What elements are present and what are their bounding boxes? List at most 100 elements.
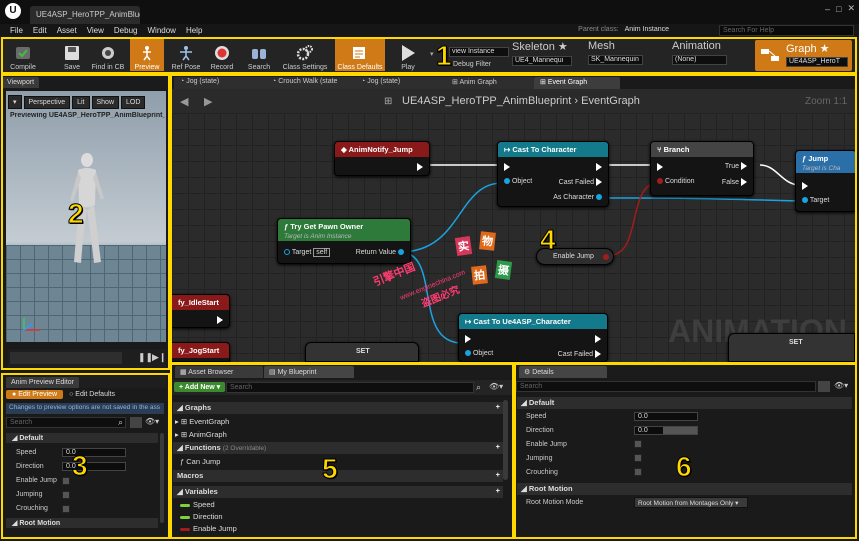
edit-defaults-button[interactable]: ○ Edit Defaults bbox=[69, 391, 115, 398]
mb-category-macros[interactable]: Macros + bbox=[173, 470, 503, 482]
object-pin[interactable]: Object bbox=[465, 350, 493, 357]
mb-variable-direction[interactable]: Direction bbox=[180, 512, 223, 521]
menu-edit[interactable]: Edit bbox=[33, 26, 47, 35]
forward-arrow-icon[interactable]: ▶ bbox=[204, 95, 212, 108]
node-cast-to-ue4asp-character[interactable]: ↦ Cast To Ue4ASP_Character Object Cast F… bbox=[458, 313, 608, 362]
menu-window[interactable]: Window bbox=[147, 26, 175, 35]
animation-asset-select[interactable]: (None) bbox=[672, 55, 727, 65]
details-search-input[interactable]: Search bbox=[516, 381, 816, 392]
true-pin[interactable]: True bbox=[725, 162, 747, 170]
node-try-get-pawn-owner[interactable]: ƒ Try Get Pawn Owner Target is Anim Insta… bbox=[277, 218, 411, 264]
search-button[interactable]: Search bbox=[240, 39, 278, 71]
debug-object-select[interactable]: view Instance bbox=[449, 47, 509, 57]
return-value-pin[interactable]: Return Value bbox=[356, 249, 404, 256]
mesh-asset-select[interactable]: SK_Mannequin bbox=[588, 55, 643, 65]
mb-function-can-jump[interactable]: ƒ Can Jump bbox=[180, 457, 220, 466]
grid-view-icon[interactable] bbox=[818, 381, 830, 392]
lit-button[interactable]: Lit bbox=[72, 95, 90, 109]
exec-in-pin[interactable] bbox=[504, 162, 510, 171]
mb-category-graphs[interactable]: ◢ Graphs + bbox=[173, 402, 503, 414]
node-jump[interactable]: ƒ Jump Target is Cha Target bbox=[795, 150, 857, 212]
find-in-cb-button[interactable]: Find in CB bbox=[89, 39, 127, 71]
close-button[interactable]: ✕ bbox=[847, 3, 855, 14]
document-tab[interactable]: UE4ASP_HeroTPP_AnimBlue... bbox=[30, 6, 140, 24]
ref-pose-button[interactable]: Ref Pose bbox=[167, 39, 205, 71]
save-button[interactable]: Save bbox=[53, 39, 91, 71]
node-set-2[interactable]: SET bbox=[728, 333, 855, 362]
tab-asset-browser[interactable]: ▦ Asset Browser bbox=[175, 366, 263, 378]
graph-breadcrumb[interactable]: UE4ASP_HeroTPP_AnimBlueprint › EventGrap… bbox=[402, 95, 640, 107]
exec-out-pin[interactable] bbox=[595, 334, 601, 343]
my-blueprint-search-input[interactable]: Search bbox=[226, 382, 474, 393]
false-pin[interactable]: False bbox=[722, 178, 747, 186]
ape-enable-jump-checkbox[interactable] bbox=[62, 477, 70, 485]
grid-view-icon[interactable] bbox=[130, 417, 142, 428]
details-category-root-motion[interactable]: ◢ Root Motion bbox=[517, 483, 852, 495]
tab-jog-state-2[interactable]: ◔ Jog (state) bbox=[355, 77, 447, 89]
anim-preview-search-input[interactable]: Search bbox=[6, 417, 126, 428]
mode-skeleton[interactable]: Skeleton ★ UE4_Mannequi bbox=[512, 40, 594, 71]
show-button[interactable]: Show bbox=[91, 95, 120, 109]
play-button[interactable]: Play bbox=[389, 39, 427, 71]
details-enable-jump-checkbox[interactable] bbox=[634, 440, 642, 448]
root-motion-mode-select[interactable]: Root Motion from Montages Only ▾ bbox=[634, 497, 748, 508]
mode-mesh[interactable]: Mesh SK_Mannequin bbox=[588, 40, 668, 71]
add-graph-plus-icon[interactable]: + bbox=[496, 402, 500, 411]
preview-button[interactable]: Preview bbox=[130, 39, 164, 71]
ape-jumping-checkbox[interactable] bbox=[62, 491, 70, 499]
perspective-button[interactable]: Perspective bbox=[23, 95, 71, 109]
compile-button[interactable]: Compile bbox=[4, 39, 42, 71]
skeleton-asset-select[interactable]: UE4_Mannequi bbox=[512, 56, 572, 66]
tab-event-graph[interactable]: ⊞ Event Graph bbox=[534, 77, 620, 89]
exec-in-pin[interactable] bbox=[802, 181, 808, 190]
tab-crouch-walk-state[interactable]: ◔ Crouch Walk (state bbox=[266, 77, 356, 89]
node-anim-notify-idle-start[interactable]: fy_IdleStart bbox=[172, 294, 230, 328]
mb-scrollbar[interactable] bbox=[503, 400, 508, 480]
cast-failed-pin[interactable]: Cast Failed bbox=[559, 178, 602, 186]
ape-scrollbar[interactable] bbox=[160, 433, 164, 523]
target-pin[interactable]: Target self bbox=[284, 248, 331, 257]
details-crouching-checkbox[interactable] bbox=[634, 468, 642, 476]
menu-file[interactable]: File bbox=[10, 26, 23, 35]
add-variable-plus-icon[interactable]: + bbox=[496, 486, 500, 495]
menu-debug[interactable]: Debug bbox=[114, 26, 138, 35]
object-pin[interactable]: Object bbox=[504, 178, 532, 185]
eye-icon[interactable]: 👁▾ bbox=[145, 417, 159, 426]
tab-jog-state-1[interactable]: ◔ Jog (state) bbox=[174, 77, 272, 89]
viewport-options-chevron-icon[interactable]: ▾ bbox=[8, 95, 22, 109]
add-new-button[interactable]: + Add New ▾ bbox=[174, 382, 226, 392]
class-settings-button[interactable]: Class Settings bbox=[280, 39, 330, 71]
mb-category-variables[interactable]: ◢ Variables + bbox=[173, 486, 503, 498]
as-character-pin[interactable]: As Character bbox=[553, 194, 602, 201]
menu-view[interactable]: View bbox=[87, 26, 104, 35]
node-set[interactable]: SET bbox=[305, 342, 419, 362]
mb-graph-event-graph[interactable]: ▸ ⊞ EventGraph bbox=[175, 417, 229, 426]
ape-category-root-motion[interactable]: ◢ Root Motion bbox=[6, 518, 158, 528]
lod-button[interactable]: LOD bbox=[121, 95, 146, 109]
ape-crouching-checkbox[interactable] bbox=[62, 505, 70, 513]
ape-category-default[interactable]: ◢ Default bbox=[6, 433, 158, 443]
condition-pin[interactable]: Condition bbox=[657, 178, 695, 185]
tab-viewport[interactable]: Viewport bbox=[2, 76, 40, 88]
node-cast-to-character[interactable]: ↦ Cast To Character Object Cast Failed A… bbox=[497, 141, 609, 207]
mb-graph-anim-graph[interactable]: ▸ ⊞ AnimGraph bbox=[175, 430, 227, 439]
exec-in-pin[interactable] bbox=[465, 334, 471, 343]
mb-category-functions[interactable]: ◢ Functions (2 Overridable) + bbox=[173, 442, 503, 454]
details-jumping-checkbox[interactable] bbox=[634, 454, 642, 462]
target-pin[interactable]: Target bbox=[802, 197, 829, 204]
node-anim-notify-jog-start[interactable]: fy_JogStart bbox=[172, 342, 230, 362]
view-options-eye-icon[interactable]: 👁▾ bbox=[489, 382, 503, 391]
play-options-chevron-icon[interactable]: ▾ bbox=[430, 50, 434, 58]
mode-animation[interactable]: Animation (None) bbox=[672, 40, 750, 71]
tab-anim-graph[interactable]: ⊞ Anim Graph bbox=[446, 77, 534, 89]
details-speed-input[interactable]: 0.0 bbox=[634, 412, 698, 421]
graph-asset-select[interactable]: UE4ASP_HeroT bbox=[786, 57, 848, 67]
help-search-input[interactable]: Search For Help bbox=[719, 25, 854, 36]
mode-graph[interactable]: Graph ★ UE4ASP_HeroT bbox=[755, 40, 852, 71]
exec-out-pin[interactable] bbox=[217, 315, 223, 324]
timeline-scrubber[interactable] bbox=[10, 352, 122, 364]
tab-details[interactable]: ⚙ Details bbox=[519, 366, 607, 378]
record-button[interactable]: Record bbox=[203, 39, 241, 71]
tab-my-blueprint[interactable]: ▤ My Blueprint bbox=[264, 366, 354, 378]
details-category-default[interactable]: ◢ Default bbox=[517, 397, 852, 409]
